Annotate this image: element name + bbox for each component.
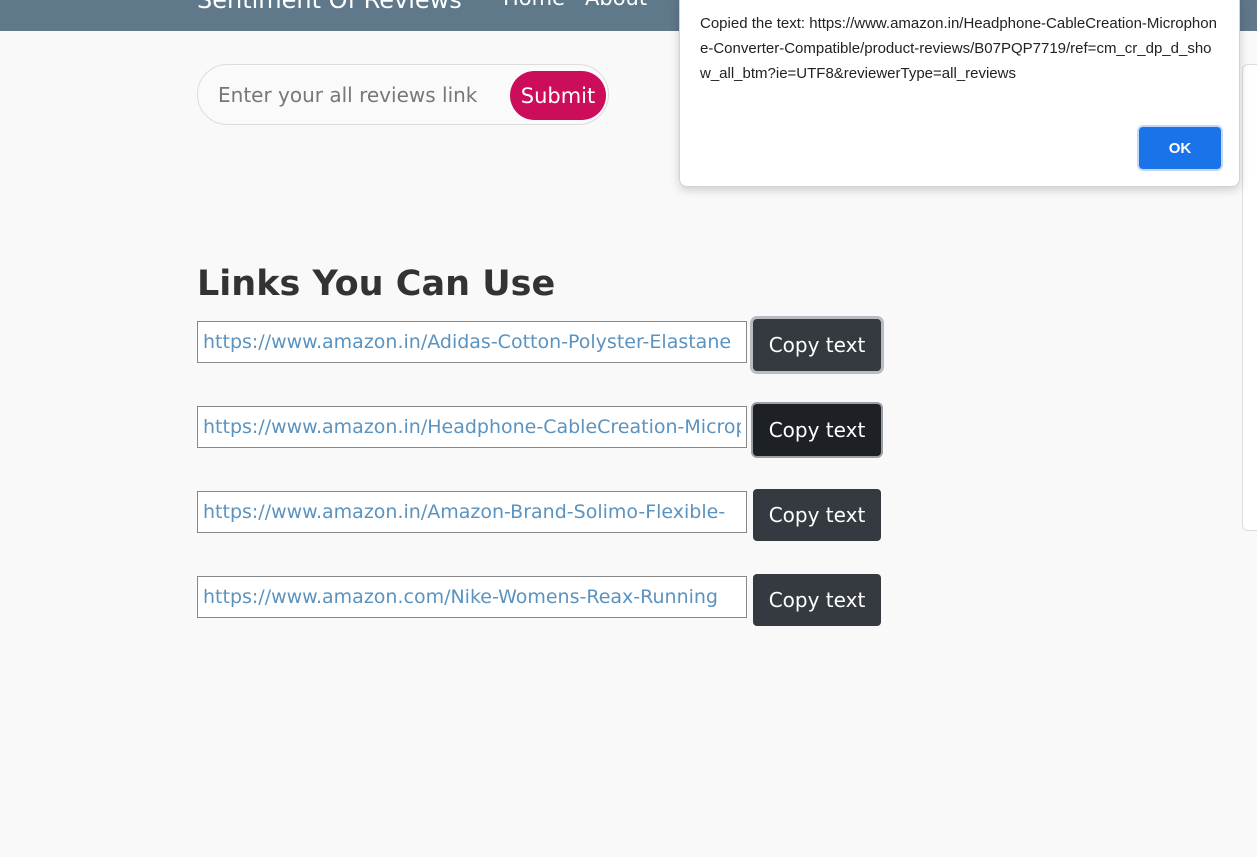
nav-link-home[interactable]: Home (503, 0, 565, 10)
copy-text-button[interactable]: Copy text (753, 404, 881, 456)
alert-message: Copied the text: https://www.amazon.in/H… (700, 15, 1217, 82)
side-panel-edge (1242, 64, 1257, 531)
link-row: Copy text (197, 574, 887, 630)
submit-button[interactable]: Submit (510, 71, 606, 120)
link-input[interactable] (197, 576, 747, 618)
link-input[interactable] (197, 406, 747, 448)
section-title: Links You Can Use (197, 264, 556, 304)
copy-text-button[interactable]: Copy text (753, 489, 881, 541)
link-row: Copy text (197, 319, 887, 375)
alert-dialog: Copied the text: https://www.amazon.in/H… (679, 0, 1240, 187)
link-row: Copy text (197, 404, 887, 460)
ok-button[interactable]: OK (1139, 127, 1221, 169)
nav-link-about[interactable]: About (585, 0, 647, 10)
reviews-link-input[interactable] (218, 75, 488, 115)
link-input[interactable] (197, 491, 747, 533)
link-row: Copy text (197, 489, 887, 545)
copy-text-button[interactable]: Copy text (753, 319, 881, 371)
brand-title[interactable]: Sentiment Of Reviews (197, 0, 462, 14)
link-input[interactable] (197, 321, 747, 363)
search-form: Submit (197, 64, 609, 125)
copy-text-button[interactable]: Copy text (753, 574, 881, 626)
